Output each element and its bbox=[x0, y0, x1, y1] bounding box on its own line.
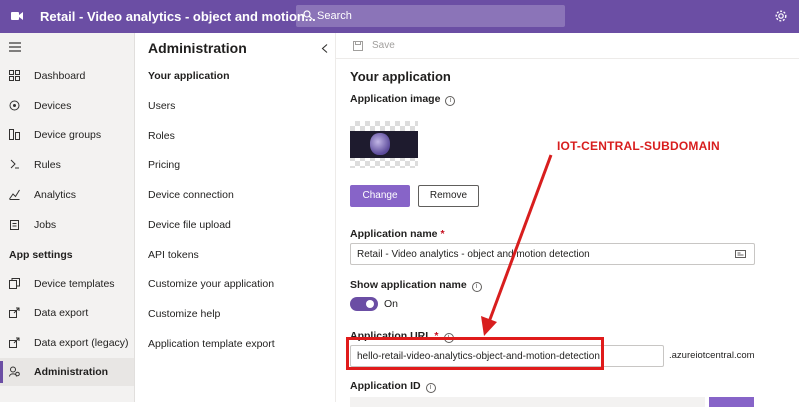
subnav-item-device-file-upload[interactable]: Device file upload bbox=[148, 219, 231, 231]
change-image-button[interactable]: Change bbox=[350, 185, 410, 207]
search-box[interactable]: Search bbox=[296, 5, 565, 27]
nav-item-administration[interactable]: Administration bbox=[0, 358, 134, 386]
copy-button[interactable] bbox=[709, 397, 754, 407]
rules-icon bbox=[10, 159, 19, 169]
top-bar: Retail - Video analytics - object and mo… bbox=[0, 0, 799, 33]
info-icon[interactable]: i bbox=[471, 282, 482, 292]
app-name-input[interactable]: Retail - Video analytics - object and mo… bbox=[350, 243, 755, 265]
app-image-label: Application image i bbox=[350, 93, 456, 106]
nav-item-devices[interactable]: Devices bbox=[0, 92, 134, 120]
subnav-item-template-export[interactable]: Application template export bbox=[148, 338, 275, 350]
device-groups-icon bbox=[9, 129, 20, 140]
nav-item-dashboard[interactable]: Dashboard bbox=[0, 62, 134, 90]
subnav-item-customize-help[interactable]: Customize help bbox=[148, 308, 220, 320]
toggle-state-label: On bbox=[384, 298, 399, 310]
left-nav: Dashboard Devices Device groups Rules An… bbox=[0, 33, 135, 402]
gear-icon[interactable] bbox=[774, 9, 788, 23]
nav-item-label: Data export bbox=[34, 307, 89, 319]
subnav-item-roles[interactable]: Roles bbox=[148, 130, 175, 142]
remove-image-button[interactable]: Remove bbox=[418, 185, 479, 207]
administration-subnav: Administration Your application Users Ro… bbox=[135, 33, 336, 402]
device-templates-icon bbox=[9, 278, 20, 289]
id-card-icon bbox=[735, 250, 746, 258]
nav-item-device-templates[interactable]: Device templates bbox=[0, 270, 134, 298]
dashboard-icon bbox=[9, 70, 20, 81]
image-logo bbox=[370, 133, 390, 155]
nav-item-label: Analytics bbox=[34, 189, 77, 201]
app-image-label-text: Application image bbox=[350, 93, 441, 105]
app-url-suffix: .azureiotcentral.com bbox=[669, 350, 755, 361]
nav-item-label: Rules bbox=[34, 159, 61, 171]
info-icon[interactable]: i bbox=[445, 96, 456, 106]
subnav-item-your-application[interactable]: Your application bbox=[148, 70, 229, 82]
nav-item-label: Data export (legacy) bbox=[34, 337, 129, 349]
subnav-item-users[interactable]: Users bbox=[148, 100, 175, 112]
administration-icon bbox=[9, 366, 20, 377]
page-title: Your application bbox=[350, 69, 451, 84]
nav-item-label: Device groups bbox=[34, 129, 102, 141]
chevron-left-icon[interactable] bbox=[321, 44, 328, 53]
toggle-knob bbox=[366, 300, 374, 308]
subnav-item-customize-application[interactable]: Customize your application bbox=[148, 278, 274, 290]
search-placeholder: Search bbox=[317, 10, 352, 22]
app-title: Retail - Video analytics - object and mo… bbox=[40, 9, 316, 24]
jobs-icon bbox=[10, 220, 19, 230]
nav-item-label: Dashboard bbox=[34, 70, 86, 82]
annotation-label: IOT-CENTRAL-SUBDOMAIN bbox=[557, 139, 720, 153]
app-id-label-text: Application ID bbox=[350, 380, 421, 392]
nav-item-rules[interactable]: Rules bbox=[0, 151, 134, 179]
save-button[interactable]: Save bbox=[372, 40, 395, 51]
hamburger-menu-icon[interactable] bbox=[9, 42, 21, 52]
app-name-label: Application name * bbox=[350, 228, 445, 240]
nav-item-label: Devices bbox=[34, 100, 72, 112]
video-camera-icon bbox=[11, 12, 23, 20]
subnav-header: Administration bbox=[148, 40, 247, 56]
subnav-item-api-tokens[interactable]: API tokens bbox=[148, 249, 199, 261]
show-name-label: Show application name i bbox=[350, 279, 482, 292]
show-name-toggle[interactable] bbox=[350, 297, 378, 311]
application-image-preview bbox=[350, 121, 418, 168]
nav-item-analytics[interactable]: Analytics bbox=[0, 181, 134, 209]
nav-item-label: Jobs bbox=[34, 219, 57, 231]
app-settings-heading: App settings bbox=[9, 249, 73, 261]
url-highlight-box bbox=[346, 337, 604, 370]
app-id-label: Application ID i bbox=[350, 380, 436, 393]
search-icon bbox=[303, 10, 313, 20]
command-bar: Save bbox=[336, 33, 799, 59]
app-name-value: Retail - Video analytics - object and mo… bbox=[357, 249, 590, 260]
nav-item-data-export[interactable]: Data export bbox=[0, 299, 134, 327]
subnav-item-pricing[interactable]: Pricing bbox=[148, 159, 180, 171]
required-mark: * bbox=[440, 228, 445, 240]
app-id-field[interactable] bbox=[350, 397, 705, 407]
nav-item-device-groups[interactable]: Device groups bbox=[0, 121, 134, 149]
active-indicator bbox=[0, 361, 3, 383]
nav-item-label: Device templates bbox=[34, 278, 115, 290]
info-icon[interactable]: i bbox=[425, 383, 436, 393]
data-export-legacy-icon bbox=[9, 337, 20, 348]
save-icon bbox=[353, 41, 363, 51]
nav-item-jobs[interactable]: Jobs bbox=[0, 211, 134, 239]
nav-item-label: Administration bbox=[34, 366, 109, 378]
nav-item-data-export-legacy[interactable]: Data export (legacy) bbox=[0, 329, 134, 357]
app-name-label-text: Application name bbox=[350, 228, 438, 240]
subnav-item-device-connection[interactable]: Device connection bbox=[148, 189, 234, 201]
analytics-icon bbox=[9, 189, 20, 200]
show-name-label-text: Show application name bbox=[350, 279, 467, 291]
data-export-icon bbox=[9, 307, 20, 318]
devices-icon bbox=[9, 100, 20, 111]
